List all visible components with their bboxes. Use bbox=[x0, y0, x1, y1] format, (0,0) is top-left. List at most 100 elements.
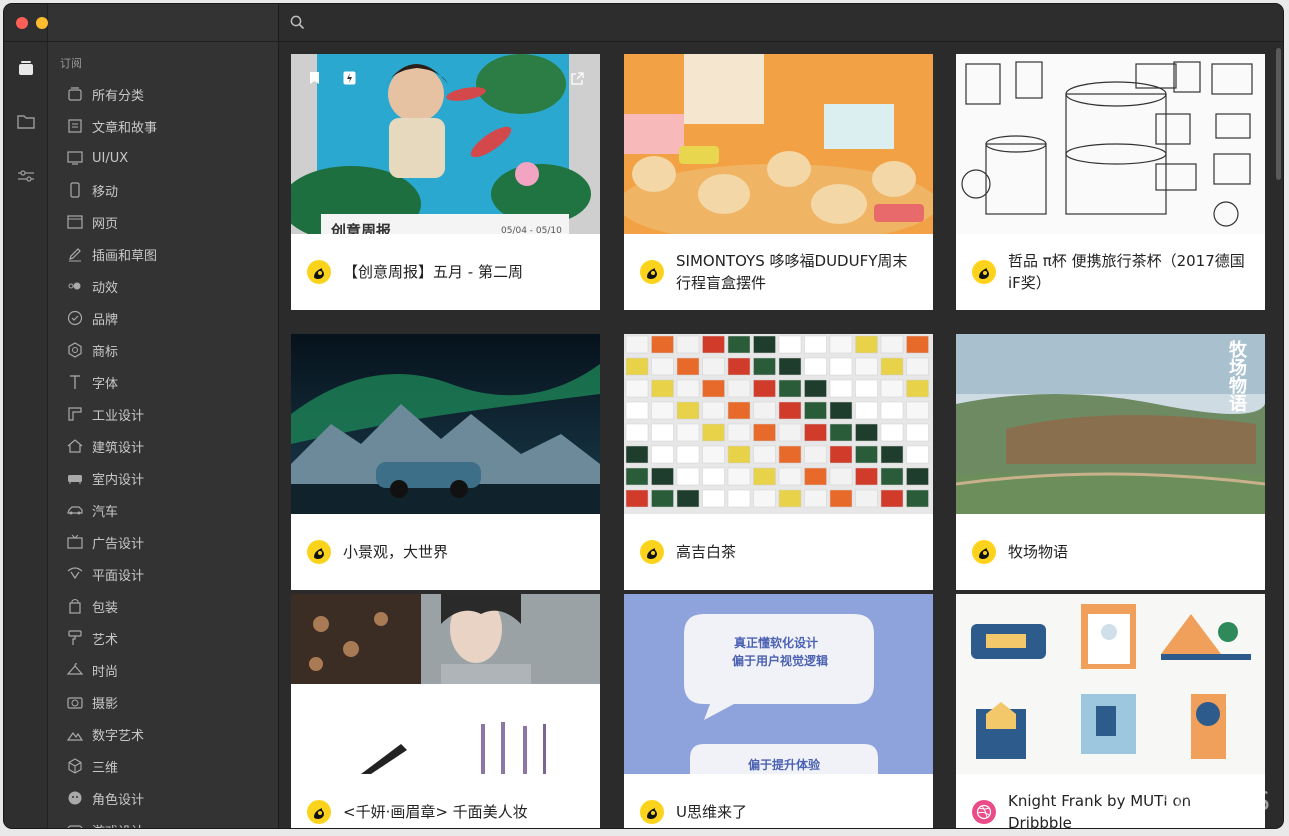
sidebar-item-label: 建筑设计 bbox=[92, 440, 145, 456]
sidebar-item-category[interactable]: 艺术 bbox=[66, 625, 266, 651]
sidebar-item-category[interactable]: 角色设计 bbox=[66, 785, 266, 811]
gamepad-icon bbox=[66, 821, 84, 828]
type-icon bbox=[66, 373, 84, 391]
feed-card[interactable]: SIMONTOYS 哆哆福DUDUFY周末行程盲盒摆件 bbox=[624, 54, 933, 310]
fire-logo-icon bbox=[972, 540, 996, 564]
category-sidebar: 订阅 所有分类 文章和故事 UI/UX 移动 网页 插画和草图 动效 品牌 商标 字体 工业设计 建筑… bbox=[48, 4, 279, 828]
pen-tool-icon bbox=[66, 565, 84, 583]
sidebar-item-label: 移动 bbox=[92, 184, 119, 200]
sidebar-item-category[interactable]: 品牌 bbox=[66, 305, 266, 331]
sidebar-item-label: 字体 bbox=[92, 376, 119, 392]
sliders-icon[interactable] bbox=[16, 166, 36, 186]
feed-card[interactable]: 小景观，大世界 bbox=[291, 334, 600, 590]
sidebar-item-label: 摄影 bbox=[92, 696, 119, 712]
fire-logo-icon bbox=[307, 540, 331, 564]
sidebar-item-category[interactable]: 广告设计 bbox=[66, 529, 266, 555]
sidebar-item-label: 游戏设计 bbox=[92, 821, 144, 829]
card-title[interactable]: 牧场物语 bbox=[1008, 541, 1068, 563]
feed-card[interactable]: 真正懂软化设计 偏于用户视觉逻辑 偏于提升体验 U思维来了 bbox=[624, 594, 933, 828]
fire-logo-icon bbox=[972, 260, 996, 284]
card-title[interactable]: 小景观，大世界 bbox=[343, 541, 448, 563]
phone-icon bbox=[66, 181, 84, 199]
card-thumbnail bbox=[291, 594, 600, 774]
titlebar bbox=[4, 4, 279, 42]
sidebar-item-category[interactable]: 所有分类 bbox=[66, 81, 266, 107]
card-title[interactable]: U思维来了 bbox=[676, 801, 747, 823]
card-title[interactable]: <千妍·画眉章> 千面美人妆 bbox=[343, 801, 528, 823]
sidebar-item-category[interactable]: 室内设计 bbox=[66, 465, 266, 491]
card-info: 【创意周报】五月 - 第二周 bbox=[291, 234, 600, 310]
watermark: 软件SOS bbox=[1160, 787, 1271, 817]
house-icon bbox=[66, 437, 84, 455]
feed-card[interactable]: 牧场物语 牧场物语 bbox=[956, 334, 1265, 590]
fire-logo-icon bbox=[640, 260, 664, 284]
sidebar-item-label: 时尚 bbox=[92, 664, 119, 680]
sidebar-item-category[interactable]: 游戏设计 bbox=[66, 817, 266, 828]
search-icon[interactable] bbox=[290, 15, 305, 34]
sidebar-item-category[interactable]: 平面设计 bbox=[66, 561, 266, 587]
toolbar bbox=[279, 4, 1283, 42]
sidebar-item-category[interactable]: 网页 bbox=[66, 209, 266, 235]
ruler-icon bbox=[66, 405, 84, 423]
paint-roller-icon bbox=[66, 629, 84, 647]
card-thumbnail bbox=[956, 594, 1265, 774]
sidebar-item-category[interactable]: 商标 bbox=[66, 337, 266, 363]
bookmark-icon[interactable] bbox=[309, 70, 320, 89]
sidebar-item-category[interactable]: 包装 bbox=[66, 593, 266, 619]
hanger-icon bbox=[66, 661, 84, 679]
sidebar-item-category[interactable]: 建筑设计 bbox=[66, 433, 266, 459]
dribbble-icon bbox=[972, 800, 996, 824]
sidebar-item-label: 数字艺术 bbox=[92, 728, 145, 744]
card-thumbnail bbox=[624, 334, 933, 514]
card-info: 高吉白茶 bbox=[624, 514, 933, 590]
sidebar-item-category[interactable]: 数字艺术 bbox=[66, 721, 266, 747]
sidebar-item-category[interactable]: 动效 bbox=[66, 273, 266, 299]
fire-logo-icon bbox=[307, 800, 331, 824]
folder-icon[interactable] bbox=[16, 111, 36, 131]
inbox-icon[interactable] bbox=[16, 58, 36, 78]
sidebar-item-label: 广告设计 bbox=[92, 536, 145, 552]
sidebar-item-category[interactable]: 插画和草图 bbox=[66, 241, 266, 267]
thumb-caption: 牧场物语 bbox=[1226, 340, 1247, 412]
card-thumbnail: 牧场物语 bbox=[956, 334, 1265, 514]
sidebar-item-category[interactable]: 文章和故事 bbox=[66, 113, 266, 139]
card-thumbnail bbox=[624, 54, 933, 234]
card-title[interactable]: 【创意周报】五月 - 第二周 bbox=[343, 261, 523, 283]
sidebar-item-category[interactable]: 汽车 bbox=[66, 497, 266, 523]
pencil-icon bbox=[66, 245, 84, 263]
feed-card[interactable]: <千妍·画眉章> 千面美人妆 bbox=[291, 594, 600, 828]
instant-read-icon[interactable] bbox=[343, 70, 356, 89]
fire-logo-icon bbox=[640, 540, 664, 564]
feed-card[interactable]: 高吉白茶 bbox=[624, 334, 933, 590]
sidebar-item-category[interactable]: 摄影 bbox=[66, 689, 266, 715]
sidebar-item-label: 角色设计 bbox=[92, 792, 145, 808]
card-thumbnail bbox=[956, 54, 1265, 234]
sidebar-item-category[interactable]: 时尚 bbox=[66, 657, 266, 683]
main-content: 创意周报 05/04 - 05/10 【创意周报】五月 - 第二周 SIMONT… bbox=[279, 4, 1283, 828]
card-info: 牧场物语 bbox=[956, 514, 1265, 590]
hexagon-icon bbox=[66, 341, 84, 359]
motion-icon bbox=[66, 277, 84, 295]
thumb-date: 05/04 - 05/10 bbox=[501, 226, 562, 234]
sidebar-item-label: UI/UX bbox=[92, 150, 129, 166]
sidebar-item-category[interactable]: 工业设计 bbox=[66, 401, 266, 427]
sidebar-item-label: 艺术 bbox=[92, 632, 119, 648]
card-info: <千妍·画眉章> 千面美人妆 bbox=[291, 774, 600, 828]
sidebar-item-label: 包装 bbox=[92, 600, 119, 616]
sidebar-item-category[interactable]: 字体 bbox=[66, 369, 266, 395]
sidebar-item-label: 商标 bbox=[92, 344, 119, 360]
scrollbar[interactable] bbox=[1276, 48, 1281, 180]
cube-icon bbox=[66, 757, 84, 775]
sidebar-item-label: 工业设计 bbox=[92, 408, 145, 424]
open-external-icon[interactable] bbox=[571, 70, 584, 89]
feed-card[interactable]: 创意周报 05/04 - 05/10 【创意周报】五月 - 第二周 bbox=[291, 54, 600, 310]
feed-card[interactable]: 哲品 π杯 便携旅行茶杯（2017德国iF奖） bbox=[956, 54, 1265, 310]
card-title[interactable]: 高吉白茶 bbox=[676, 541, 736, 563]
sidebar-item-label: 插画和草图 bbox=[92, 248, 158, 264]
sidebar-item-label: 动效 bbox=[92, 280, 119, 296]
card-title[interactable]: SIMONTOYS 哆哆福DUDUFY周末行程盲盒摆件 bbox=[676, 250, 921, 294]
sidebar-item-category[interactable]: 三维 bbox=[66, 753, 266, 779]
sidebar-item-category[interactable]: UI/UX bbox=[66, 145, 266, 171]
sidebar-item-category[interactable]: 移动 bbox=[66, 177, 266, 203]
card-title[interactable]: 哲品 π杯 便携旅行茶杯（2017德国iF奖） bbox=[1008, 250, 1253, 294]
